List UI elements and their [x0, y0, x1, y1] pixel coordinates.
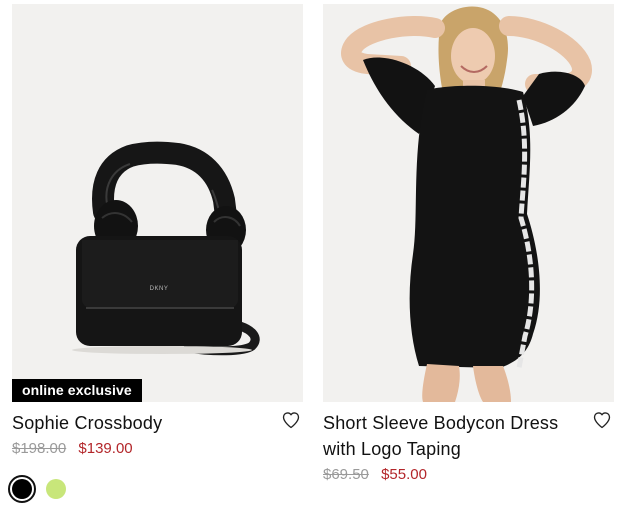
- original-price: $69.50: [323, 466, 369, 483]
- dress-model-image: [341, 6, 592, 402]
- online-exclusive-badge: online exclusive: [12, 379, 142, 402]
- product-image[interactable]: [323, 4, 614, 402]
- swatch-fill-black: [12, 479, 32, 499]
- swatch-fill-lime: [46, 479, 66, 499]
- heart-outline-icon[interactable]: [592, 410, 612, 430]
- product-card-sophie-crossbody[interactable]: DKNY online exclusive Sophie Crossbody $…: [8, 4, 303, 503]
- color-swatch-lime[interactable]: [42, 475, 70, 503]
- original-price: $198.00: [12, 440, 67, 457]
- heart-outline-icon[interactable]: [281, 410, 301, 430]
- product-info: Short Sleeve Bodycon Dress with Logo Tap…: [323, 402, 614, 484]
- product-title[interactable]: Short Sleeve Bodycon Dress with Logo Tap…: [323, 410, 614, 462]
- product-title[interactable]: Sophie Crossbody: [12, 410, 303, 436]
- price-row: $69.50 $55.00: [323, 466, 614, 484]
- product-info: Sophie Crossbody $198.00 $139.00: [8, 402, 303, 503]
- color-swatch-black[interactable]: [8, 475, 36, 503]
- svg-text:DKNY: DKNY: [150, 286, 169, 292]
- sale-price: $55.00: [381, 466, 427, 483]
- color-swatches: [8, 475, 303, 503]
- product-card-bodycon-dress[interactable]: Short Sleeve Bodycon Dress with Logo Tap…: [323, 4, 614, 484]
- price-row: $198.00 $139.00: [12, 440, 303, 458]
- handbag-image: DKNY: [72, 141, 260, 356]
- sale-price: $139.00: [78, 440, 133, 457]
- product-image[interactable]: DKNY online exclusive: [12, 4, 303, 402]
